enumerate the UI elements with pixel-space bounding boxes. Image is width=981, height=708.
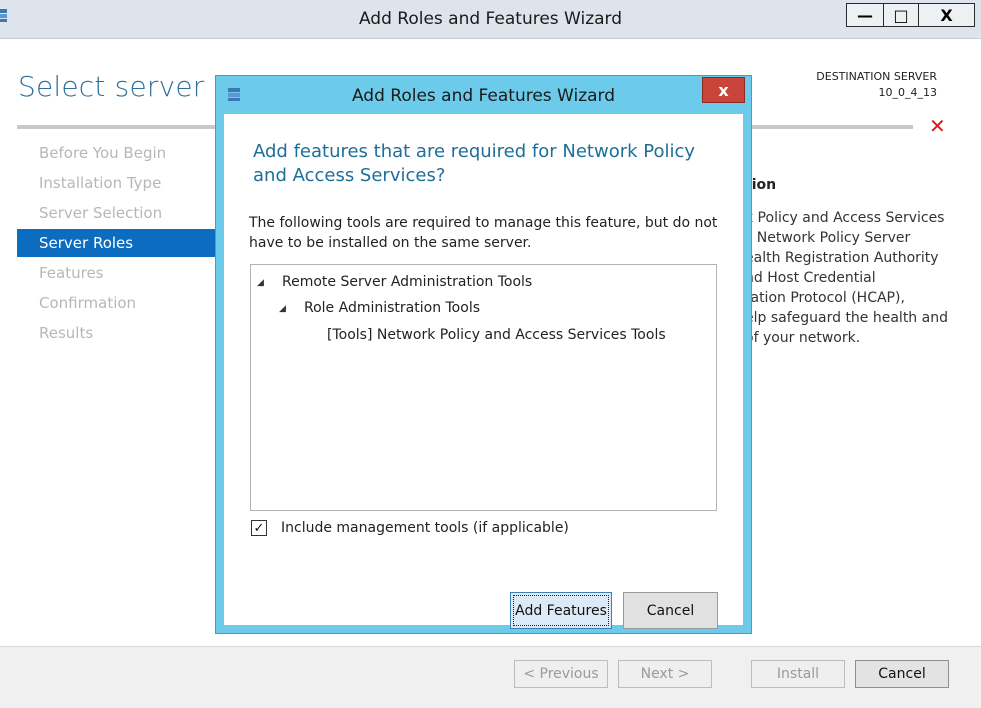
next-button[interactable]: Next > bbox=[618, 660, 712, 688]
add-features-button[interactable]: Add Features bbox=[510, 592, 612, 629]
maximize-button[interactable]: □ bbox=[883, 3, 919, 27]
dialog-description: The following tools are required to mana… bbox=[249, 215, 718, 251]
description-line: elp safeguard the health and bbox=[745, 310, 948, 326]
install-button[interactable]: Install bbox=[751, 660, 845, 688]
expand-triangle-icon[interactable]: ◢ bbox=[279, 304, 286, 314]
nav-item-server-selection[interactable]: Server Selection bbox=[17, 199, 217, 227]
nav-item-before-you-begin[interactable]: Before You Begin bbox=[17, 139, 217, 167]
dialog-close-button[interactable]: x bbox=[702, 77, 745, 103]
description-line: ealth Registration Authority bbox=[745, 250, 939, 266]
previous-button[interactable]: < Previous bbox=[514, 660, 608, 688]
destination-server-label: DESTINATION SERVER bbox=[816, 70, 937, 83]
nav-item-installation-type[interactable]: Installation Type bbox=[17, 169, 217, 197]
include-management-tools-label[interactable]: Include management tools (if applicable) bbox=[281, 520, 569, 536]
close-icon: X bbox=[940, 5, 953, 25]
dialog-heading: Add features that are required for Netwo… bbox=[253, 141, 696, 186]
dialog-body: Add features that are required for Netwo… bbox=[224, 114, 743, 629]
nav-item-features[interactable]: Features bbox=[17, 259, 217, 287]
close-icon: x bbox=[718, 80, 729, 100]
description-line: s Network Policy Server bbox=[745, 230, 911, 246]
minimize-button[interactable]: — bbox=[846, 3, 884, 27]
required-features-tree[interactable]: ◢ Remote Server Administration Tools ◢ R… bbox=[250, 264, 717, 511]
nav-item-results[interactable]: Results bbox=[17, 319, 217, 347]
tree-item[interactable]: [Tools] Network Policy and Access Servic… bbox=[327, 327, 666, 343]
dialog-cancel-button[interactable]: Cancel bbox=[623, 592, 718, 629]
destination-server-value: 10_0_4_13 bbox=[878, 86, 938, 99]
close-window-button[interactable]: X bbox=[918, 3, 975, 27]
nav-item-confirmation[interactable]: Confirmation bbox=[17, 289, 217, 317]
expand-triangle-icon[interactable]: ◢ bbox=[257, 278, 264, 288]
cancel-button[interactable]: Cancel bbox=[855, 660, 949, 688]
tree-item[interactable]: Remote Server Administration Tools bbox=[282, 274, 532, 290]
dialog-title: Add Roles and Features Wizard bbox=[351, 86, 616, 106]
add-features-dialog: Add Roles and Features Wizard x Add feat… bbox=[215, 75, 752, 634]
maximize-icon: □ bbox=[893, 5, 909, 25]
description-line: tation Protocol (HCAP), bbox=[745, 290, 905, 306]
role-description: k Policy and Access Services s Network P… bbox=[745, 208, 955, 348]
description-line: nd Host Credential bbox=[745, 270, 876, 286]
include-management-tools-checkbox[interactable]: ✓ bbox=[251, 520, 267, 536]
description-line: k Policy and Access Services bbox=[745, 210, 945, 226]
red-x-icon[interactable]: ✕ bbox=[929, 114, 946, 138]
nav-item-server-roles[interactable]: Server Roles bbox=[17, 229, 217, 257]
window-title: Add Roles and Features Wizard bbox=[358, 9, 623, 29]
tree-item[interactable]: Role Administration Tools bbox=[304, 300, 480, 316]
description-line: of your network. bbox=[745, 330, 861, 346]
checkmark-icon: ✓ bbox=[253, 520, 265, 536]
window-titlebar[interactable]: Add Roles and Features Wizard — □ X bbox=[0, 0, 981, 39]
minimize-icon: — bbox=[857, 5, 873, 25]
